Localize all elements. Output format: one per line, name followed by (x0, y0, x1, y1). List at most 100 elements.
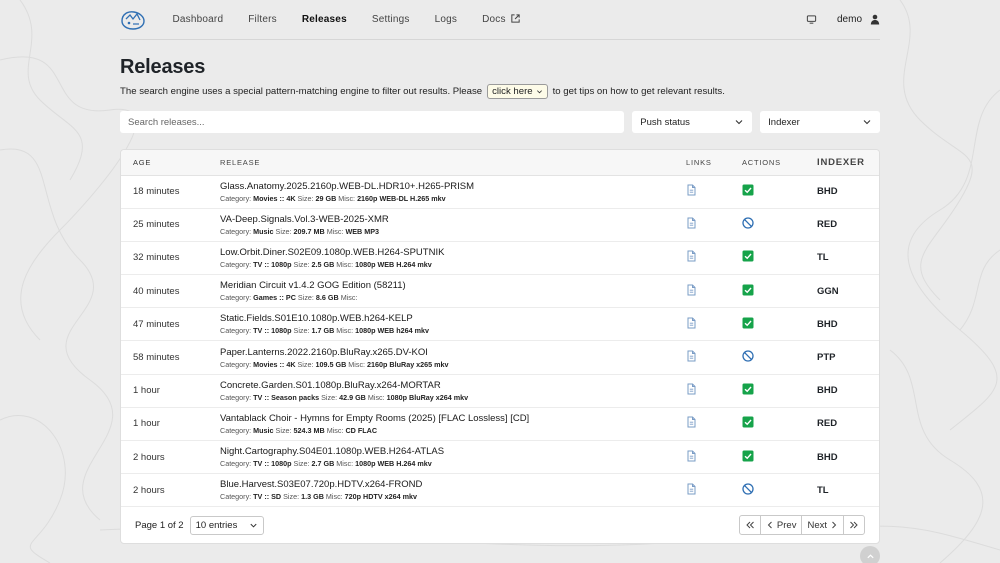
header-indexer[interactable]: INDEXER (805, 150, 879, 176)
blocked-icon[interactable] (742, 350, 754, 362)
push-status-select[interactable]: Push status (632, 111, 753, 133)
release-age: 1 hour (121, 374, 208, 408)
releases-table-card: AGE RELEASE LINKS ACTIONS INDEXER 18 min… (120, 149, 880, 545)
nav-filters[interactable]: Filters (236, 14, 290, 25)
release-name[interactable]: Concrete.Garden.S01.1080p.BluRay.x264-MO… (220, 380, 674, 391)
scroll-to-top-button[interactable] (860, 546, 880, 563)
release-age: 2 hours (121, 440, 208, 475)
table-row[interactable]: 18 minutes Glass.Anatomy.2025.2160p.WEB-D… (121, 175, 879, 209)
links-cell (674, 274, 730, 309)
release-age: 40 minutes (121, 274, 208, 309)
table-row[interactable]: 2 hours Blue.Harvest.S03E07.720p.HDTV.x26… (121, 473, 879, 508)
table-row[interactable]: 1 hour Concrete.Garden.S01.1080p.BluRay.x… (121, 374, 879, 408)
document-icon[interactable] (686, 250, 697, 262)
release-misc: 1080p WEB H.264 mkv (355, 259, 432, 269)
subtitle-text-after: to get tips on how to get relevant resul… (552, 86, 725, 97)
subtitle-text-before: The search engine uses a special pattern… (120, 86, 483, 97)
table-row[interactable]: 2 hours Night.Cartography.S04E01.1080p.WE… (121, 440, 879, 475)
table-row[interactable]: 40 minutes Meridian Circuit v1.4.2 GOG Ed… (121, 274, 879, 309)
release-name[interactable]: VA-Deep.Signals.Vol.3-WEB-2025-XMR (220, 214, 674, 225)
misc-label: Misc: (367, 392, 385, 402)
check-square-icon[interactable] (742, 450, 754, 462)
nav-settings[interactable]: Settings (359, 14, 422, 25)
release-indexer: RED (805, 407, 879, 442)
page: Dashboard Filters Releases Settings Logs… (120, 0, 880, 545)
release-name[interactable]: Static.Fields.S01E10.1080p.WEB.h264-KELP (220, 313, 674, 324)
category-label: Category: (220, 459, 252, 469)
logo-icon[interactable] (120, 9, 146, 31)
indexer-label: Indexer (768, 116, 800, 128)
monitor-icon[interactable] (806, 14, 817, 25)
click-here-button[interactable]: click here (487, 84, 548, 99)
release-cell: VA-Deep.Signals.Vol.3-WEB-2025-XMR Catego… (208, 208, 674, 242)
user-name[interactable]: demo (837, 14, 862, 25)
blocked-icon[interactable] (742, 483, 754, 495)
external-link-icon (510, 13, 521, 27)
check-square-icon[interactable] (742, 284, 754, 296)
release-size: 1.3 GB (301, 492, 324, 502)
release-category: TV :: SD (253, 492, 282, 502)
table-row[interactable]: 58 minutes Paper.Lanterns.2022.2160p.BluR… (121, 340, 879, 375)
table-row[interactable]: 1 hour Vantablack Choir - Hymns for Empty… (121, 407, 879, 442)
table-row[interactable]: 47 minutes Static.Fields.S01E10.1080p.WEB… (121, 307, 879, 342)
table-row[interactable]: 32 minutes Low.Orbit.Diner.S02E09.1080p.W… (121, 241, 879, 276)
chevron-down-icon (536, 90, 542, 94)
nav-docs[interactable]: Docs (470, 13, 534, 27)
release-age: 25 minutes (121, 208, 208, 242)
release-name[interactable]: Blue.Harvest.S03E07.720p.HDTV.x264-FROND (220, 479, 674, 490)
release-category: Movies :: 4K (253, 193, 296, 203)
check-square-icon[interactable] (742, 416, 754, 428)
first-page-button[interactable] (740, 516, 761, 535)
document-icon[interactable] (686, 184, 697, 196)
header-age[interactable]: AGE (121, 150, 208, 176)
prev-page-button[interactable]: Prev (761, 516, 803, 535)
document-icon[interactable] (686, 483, 697, 495)
last-page-button[interactable] (844, 516, 864, 534)
release-name[interactable]: Paper.Lanterns.2022.2160p.BluRay.x265.DV… (220, 347, 674, 358)
check-square-icon[interactable] (742, 317, 754, 329)
document-icon[interactable] (686, 284, 697, 296)
category-label: Category: (220, 359, 252, 369)
actions-cell (730, 374, 805, 408)
release-indexer: PTP (805, 340, 879, 375)
page-size-select[interactable]: 10 entries (189, 515, 265, 535)
release-meta: Category: Games :: PC Size: 8.6 GB Misc: (220, 293, 674, 302)
document-icon[interactable] (686, 416, 697, 428)
release-name[interactable]: Glass.Anatomy.2025.2160p.WEB-DL.HDR10+.H… (220, 181, 674, 192)
document-icon[interactable] (686, 350, 697, 362)
search-input[interactable] (120, 111, 625, 133)
release-name[interactable]: Vantablack Choir - Hymns for Empty Rooms… (220, 413, 674, 424)
header-release[interactable]: RELEASE (208, 150, 674, 176)
size-label: Size: (275, 226, 292, 236)
release-indexer: GGN (805, 274, 879, 309)
nav-logs[interactable]: Logs (422, 14, 470, 25)
release-misc: 1080p WEB h264 mkv (355, 326, 429, 336)
nav-releases[interactable]: Releases (289, 14, 359, 25)
prev-label: Prev (776, 519, 797, 531)
push-status-label: Push status (640, 116, 690, 128)
links-cell (674, 340, 730, 375)
pagination: Prev Next (738, 515, 865, 536)
check-square-icon[interactable] (742, 250, 754, 262)
next-page-button[interactable]: Next (802, 516, 844, 535)
document-icon[interactable] (686, 317, 697, 329)
release-name[interactable]: Meridian Circuit v1.4.2 GOG Edition (582… (220, 280, 674, 291)
indexer-select[interactable]: Indexer (760, 111, 880, 133)
release-indexer: RED (805, 208, 879, 242)
document-icon[interactable] (686, 217, 697, 229)
release-size: 42.9 GB (339, 392, 366, 402)
nav-logs-label: Logs (434, 14, 458, 25)
table-row[interactable]: 25 minutes VA-Deep.Signals.Vol.3-WEB-2025… (121, 208, 879, 242)
check-square-icon[interactable] (742, 184, 754, 196)
release-name[interactable]: Night.Cartography.S04E01.1080p.WEB.H264-… (220, 446, 674, 457)
release-cell: Concrete.Garden.S01.1080p.BluRay.x264-MO… (208, 374, 674, 408)
release-size: 29 GB (315, 193, 337, 203)
check-square-icon[interactable] (742, 383, 754, 395)
nav-dashboard[interactable]: Dashboard (160, 14, 236, 25)
document-icon[interactable] (686, 450, 697, 462)
blocked-icon[interactable] (742, 217, 754, 229)
release-name[interactable]: Low.Orbit.Diner.S02E09.1080p.WEB.H264-SP… (220, 247, 674, 258)
document-icon[interactable] (686, 383, 697, 395)
user-icon[interactable] (870, 14, 880, 25)
release-meta: Category: TV :: 1080p Size: 2.7 GB Misc:… (220, 459, 674, 468)
